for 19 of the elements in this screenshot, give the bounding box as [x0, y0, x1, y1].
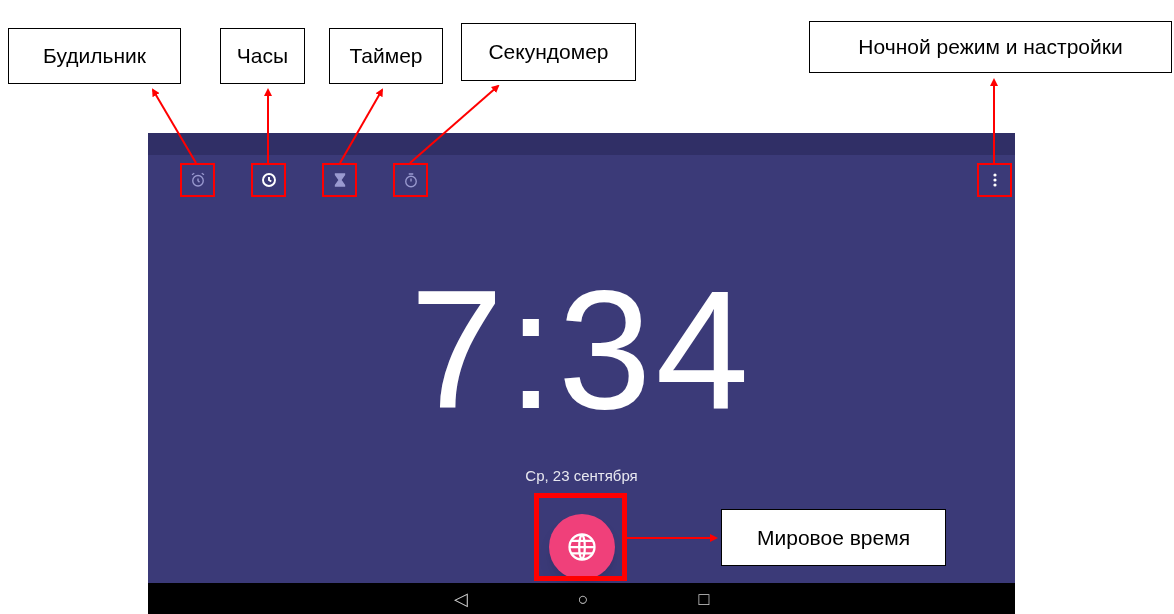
- back-button[interactable]: ◁: [453, 589, 468, 608]
- menu-icon: [992, 173, 997, 187]
- globe-icon: [566, 531, 597, 562]
- home-button[interactable]: ○: [577, 589, 589, 608]
- clock-time: 7:34: [410, 275, 753, 425]
- callout-label: Секундомер: [461, 23, 636, 81]
- highlight-frame: [977, 163, 1012, 197]
- highlight-frame: [180, 163, 215, 197]
- date-label: Ср, 23 сентября: [525, 466, 638, 486]
- recents-button[interactable]: □: [698, 589, 710, 608]
- callout-label: Мировое время: [721, 509, 946, 566]
- callout-label: Таймер: [329, 28, 443, 84]
- callout-label: Часы: [220, 28, 305, 84]
- highlight-frame: [393, 163, 428, 197]
- clock-icon: [259, 171, 278, 189]
- highlight-frame: [322, 163, 357, 197]
- callout-label: Будильник: [8, 28, 181, 84]
- highlight-frame: [251, 163, 286, 197]
- callout-label: Ночной режим и настройки: [809, 21, 1172, 73]
